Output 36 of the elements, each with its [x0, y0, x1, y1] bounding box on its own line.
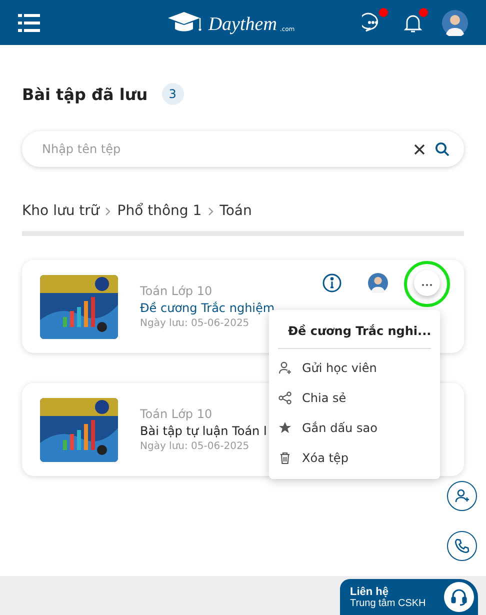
breadcrumb-link[interactable]: Toán	[220, 203, 252, 219]
phone-icon	[454, 538, 470, 554]
menu-item[interactable]: Gửi học viên	[302, 361, 377, 375]
user-plus-icon	[454, 488, 470, 504]
clear-icon[interactable]	[414, 144, 425, 154]
search-icon[interactable]	[435, 142, 450, 156]
avatar[interactable]	[442, 10, 468, 36]
avatar[interactable]	[368, 273, 388, 293]
share-icon	[278, 391, 292, 405]
contact-button[interactable]: Liên hệ Trung tâm CSKH	[340, 579, 478, 615]
count-badge: 3	[162, 83, 184, 105]
menu-icon[interactable]	[18, 14, 40, 32]
phone-button[interactable]	[447, 531, 477, 561]
add-user-button[interactable]	[447, 481, 477, 511]
logo-text: Daythem	[208, 14, 277, 36]
menu-title: Đề cương Trắc nghi...	[288, 324, 432, 338]
breadcrumb-link[interactable]: Kho lưu trữ	[22, 203, 100, 219]
info-icon[interactable]	[322, 273, 342, 293]
headset-icon	[450, 588, 468, 606]
file-subject: Toán Lớp 10	[140, 284, 212, 298]
menu-item[interactable]: Xóa tệp	[302, 451, 348, 465]
saved-date: Ngày lưu: 05-06-2025	[140, 318, 250, 329]
breadcrumb-link[interactable]: Phổ thông 1	[117, 203, 202, 219]
page-title: Bài tập đã lưu	[22, 84, 148, 104]
star-icon	[278, 421, 292, 435]
trash-icon	[278, 451, 292, 465]
menu-item[interactable]: Gắn dấu sao	[302, 421, 378, 435]
file-title[interactable]: Bài tập tự luận Toán l	[140, 424, 267, 438]
file-title[interactable]: Đề cương Trắc nghiệm	[140, 301, 275, 315]
search-field[interactable]: Nhập tên tệp	[40, 141, 404, 157]
chevron-icon	[208, 206, 214, 216]
menu-item[interactable]: Chia sẻ	[302, 391, 346, 405]
chevron-icon	[105, 206, 112, 216]
user-plus-icon	[278, 361, 292, 375]
saved-date: Ngày lưu: 05-06-2025	[140, 441, 250, 452]
file-subject: Toán Lớp 10	[140, 407, 212, 421]
